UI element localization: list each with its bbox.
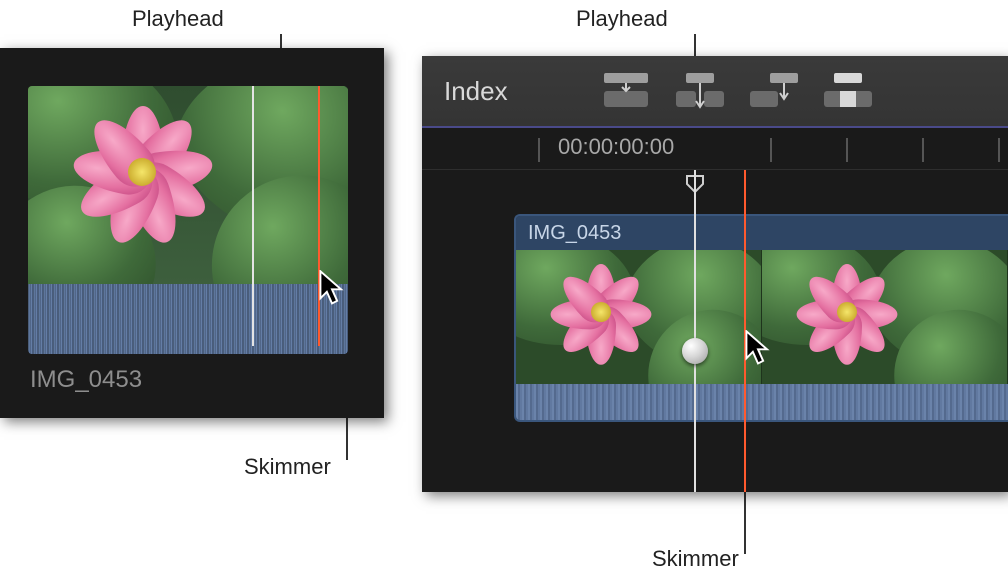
skimmer-label-right: Skimmer xyxy=(652,546,739,572)
timeline-index-button[interactable]: Index xyxy=(444,76,508,107)
browser-playhead[interactable] xyxy=(252,86,254,346)
playhead-label-left: Playhead xyxy=(132,6,224,32)
browser-clip[interactable] xyxy=(28,86,348,354)
timeline-toolbar: Index xyxy=(422,56,1008,128)
timeline-skimmer[interactable] xyxy=(744,170,746,492)
clip-audio-waveform xyxy=(28,284,348,354)
timeline-body[interactable]: IMG_0453 xyxy=(422,170,1008,492)
browser-skimmer[interactable] xyxy=(318,86,320,346)
insert-clip-icon[interactable] xyxy=(672,69,728,113)
callout-leader xyxy=(744,492,746,554)
timeline-clip[interactable]: IMG_0453 xyxy=(514,214,1008,422)
playhead-handle[interactable] xyxy=(682,338,708,364)
timeline-clip-filmstrip xyxy=(516,250,1008,384)
timeline-playhead[interactable] xyxy=(694,170,696,492)
append-clip-icon[interactable] xyxy=(746,69,802,113)
timeline-clip-audio-waveform xyxy=(516,384,1008,420)
connect-clip-icon[interactable] xyxy=(598,69,654,113)
timeline-clip-name: IMG_0453 xyxy=(516,216,1008,250)
timeline-panel: Index xyxy=(422,56,1008,492)
ruler-timecode: 00:00:00:00 xyxy=(558,134,674,160)
playhead-label-right: Playhead xyxy=(576,6,668,32)
media-browser-panel: IMG_0453 xyxy=(0,48,384,418)
browser-clip-name: IMG_0453 xyxy=(30,366,142,394)
timeline-ruler[interactable]: 00:00:00:00 xyxy=(422,128,1008,170)
clip-filmstrip xyxy=(28,86,348,284)
skimmer-label-left: Skimmer xyxy=(244,454,331,480)
overwrite-clip-icon[interactable] xyxy=(820,69,876,113)
